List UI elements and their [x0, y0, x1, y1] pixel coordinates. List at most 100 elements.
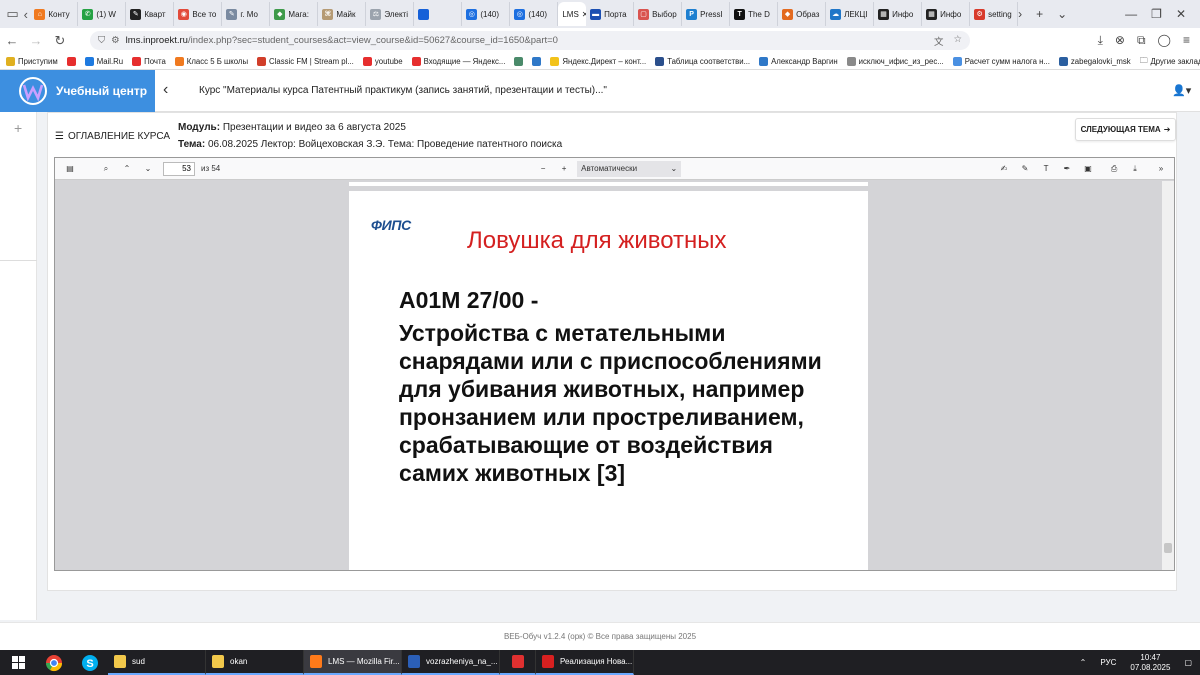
- browser-tab[interactable]: ▦ Инфо: [874, 2, 923, 26]
- minimize-window-icon[interactable]: —: [1125, 7, 1137, 21]
- url-bar[interactable]: ⛉ ⚙ lms.inproekt.ru/index.php?sec=studen…: [90, 31, 970, 50]
- bookmark-item[interactable]: Александр Варгин: [759, 56, 838, 66]
- signature-icon[interactable]: ✒: [1058, 160, 1076, 178]
- back-arrow-icon[interactable]: ←: [0, 33, 24, 48]
- translate-icon[interactable]: 文: [934, 34, 944, 48]
- highlight-icon[interactable]: ✍: [995, 160, 1013, 178]
- vertical-scrollbar[interactable]: [1162, 181, 1174, 570]
- browser-tab[interactable]: ⚙ setting: [970, 2, 1019, 26]
- zoom-select[interactable]: Автоматически ⌄: [577, 160, 682, 177]
- chevron-left-icon[interactable]: ‹: [163, 81, 168, 99]
- profile-icon[interactable]: ◯: [1158, 33, 1171, 48]
- restore-window-icon[interactable]: ❐: [1151, 7, 1162, 21]
- browser-tab[interactable]: ◎ (140): [462, 2, 511, 26]
- close-window-icon[interactable]: ✕: [1176, 7, 1186, 21]
- search-icon[interactable]: ⌕: [97, 160, 115, 178]
- browser-tab[interactable]: ◆ Образ: [778, 2, 827, 26]
- next-topic-button[interactable]: СЛЕДУЮЩАЯ ТЕМА ➔: [1075, 118, 1176, 141]
- bookmark-item[interactable]: youtube: [362, 56, 403, 66]
- windows-start-icon[interactable]: [0, 650, 36, 675]
- input-language[interactable]: РУС: [1100, 658, 1116, 667]
- taskbar-app[interactable]: LMS — Mozilla Fir...: [304, 650, 402, 675]
- browser-tab[interactable]: ✎ г. Мо: [222, 2, 271, 26]
- chrome-icon[interactable]: [36, 650, 72, 675]
- browser-tab[interactable]: ☁ ЛЕКЦІ: [826, 2, 875, 26]
- plus-icon[interactable]: +: [14, 120, 22, 136]
- browser-tab[interactable]: ▢ Выбор: [634, 2, 683, 26]
- zoom-in-icon[interactable]: +: [555, 160, 573, 178]
- downloads-icon[interactable]: ⤓: [1098, 33, 1103, 48]
- sidebar-toggle-icon[interactable]: ▤: [61, 160, 79, 178]
- tab-lms-active[interactable]: LMS ✕: [558, 2, 587, 26]
- tools-menu-icon[interactable]: »: [1152, 160, 1170, 178]
- scrollbar-thumb[interactable]: [1164, 543, 1172, 553]
- new-tab-icon[interactable]: +: [1036, 7, 1043, 21]
- browser-tab[interactable]: ◉ Все то: [174, 2, 223, 26]
- bookmark-item[interactable]: Classic FM | Stream pl...: [257, 56, 354, 66]
- menu-icon[interactable]: ≡: [1183, 33, 1190, 48]
- brand-block[interactable]: Учебный центр: [0, 70, 155, 112]
- browser-tab[interactable]: ⌘ Майк: [318, 2, 367, 26]
- user-menu-icon[interactable]: 👤▾: [1172, 84, 1191, 97]
- taskbar-app[interactable]: vozrazheniya_na_...: [402, 650, 500, 675]
- browser-tab[interactable]: ◎ (140): [510, 2, 559, 26]
- text-icon[interactable]: T: [1037, 160, 1055, 178]
- forward-arrow-icon[interactable]: →: [24, 33, 48, 48]
- scroll-tabs-right-icon[interactable]: ›: [1018, 7, 1022, 21]
- clock[interactable]: 10:47 07.08.2025: [1130, 653, 1170, 673]
- taskbar-app[interactable]: Реализация Нова...: [536, 650, 634, 675]
- bookmark-item[interactable]: Яндекс.Директ – конт...: [550, 56, 646, 66]
- bookmark-item[interactable]: Входящие — Яндекс...: [411, 56, 506, 66]
- bookmark-item[interactable]: Расчет сумм налога н...: [952, 56, 1050, 66]
- next-page-icon[interactable]: ⌄: [139, 160, 157, 178]
- previous-page-edge: [349, 182, 868, 186]
- bookmark-item[interactable]: [532, 56, 542, 66]
- page-info-icon[interactable]: ⚙: [111, 35, 120, 46]
- browser-tab[interactable]: ✎ Кварт: [126, 2, 175, 26]
- bookmark-item[interactable]: Таблица соответстви...: [655, 56, 750, 66]
- browser-tab[interactable]: ✆ (1) W: [78, 2, 127, 26]
- bookmark-star-icon[interactable]: ☆: [953, 34, 962, 48]
- image-icon[interactable]: ▣: [1079, 160, 1097, 178]
- taskbar-app[interactable]: okan: [206, 650, 304, 675]
- browser-tab[interactable]: ◆ Мага:: [270, 2, 319, 26]
- course-toc-button[interactable]: ☰ ОГЛАВЛЕНИЕ КУРСА: [55, 131, 170, 142]
- browser-tab[interactable]: ▬ Порта: [586, 2, 635, 26]
- bookmark-item[interactable]: zabegalovki_msk: [1058, 56, 1131, 66]
- browser-tab[interactable]: P PressI: [682, 2, 731, 26]
- bookmark-item[interactable]: [514, 56, 524, 66]
- taskbar-app[interactable]: [500, 650, 536, 675]
- bookmark-item[interactable]: [66, 56, 76, 66]
- taskbar-app[interactable]: sud: [108, 650, 206, 675]
- bookmark-item[interactable]: Mail.Ru: [84, 56, 123, 66]
- notifications-icon[interactable]: ▢: [1184, 658, 1192, 667]
- tray-chevron-icon[interactable]: ⌃: [1080, 658, 1087, 667]
- pdf-toolbar: ▤ ⌕ ⌃ ⌄ из 54 − + Автоматически ⌄ ✍ ✎ T …: [55, 158, 1174, 180]
- browser-tab[interactable]: ⌂ Конту: [30, 2, 79, 26]
- bookmark-label: Входящие — Яндекс...: [423, 56, 506, 66]
- browser-tab[interactable]: [414, 2, 463, 26]
- bookmark-item[interactable]: Почта: [132, 56, 166, 66]
- extensions-puzzle-icon[interactable]: ⧉: [1137, 33, 1146, 48]
- bookmark-item[interactable]: исключ_ифис_из_рес...: [846, 56, 944, 66]
- shield-icon[interactable]: ⛉: [98, 35, 105, 46]
- save-icon[interactable]: ⤓: [1126, 160, 1144, 178]
- scroll-tabs-left-icon[interactable]: ‹: [24, 7, 28, 22]
- tab-label: (140): [528, 9, 548, 19]
- extension-icon[interactable]: ⊗: [1115, 33, 1125, 48]
- list-all-tabs-icon[interactable]: ⌄: [1057, 7, 1067, 21]
- browser-tab[interactable]: ▦ Инфо: [922, 2, 971, 26]
- other-bookmarks[interactable]: 🗀 Другие закладки: [1140, 55, 1200, 68]
- zoom-out-icon[interactable]: −: [534, 160, 552, 178]
- reload-icon[interactable]: ↻: [48, 33, 72, 49]
- draw-icon[interactable]: ✎: [1016, 160, 1034, 178]
- skype-icon[interactable]: S: [72, 650, 108, 675]
- browser-tab[interactable]: T The D: [730, 2, 779, 26]
- previous-page-icon[interactable]: ⌃: [118, 160, 136, 178]
- tab-list-icon[interactable]: ▭: [6, 6, 18, 22]
- page-number-input[interactable]: [163, 161, 195, 176]
- bookmark-item[interactable]: Приступим: [6, 56, 58, 66]
- print-icon[interactable]: ⎙: [1105, 160, 1123, 178]
- browser-tab[interactable]: ⚖ Электі: [366, 2, 415, 26]
- bookmark-item[interactable]: Класс 5 Б школы: [174, 56, 248, 66]
